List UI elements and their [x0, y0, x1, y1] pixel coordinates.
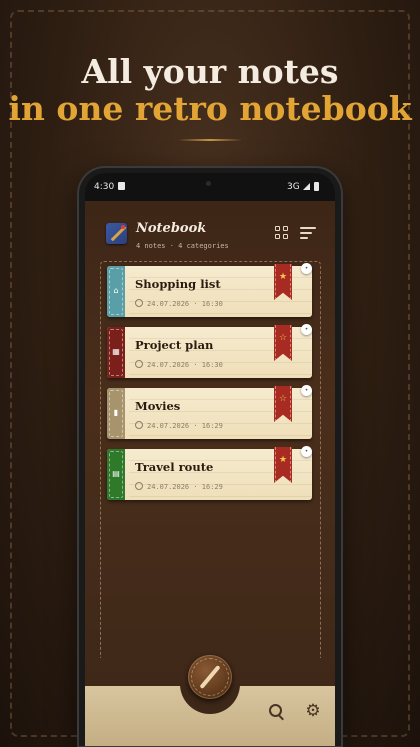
film-icon: ▮: [113, 408, 119, 417]
note-card-movies[interactable]: ▮ Movies 24.07.2026 · 16:29 ☆ •: [107, 385, 312, 439]
clock-icon: [135, 299, 143, 307]
category-tab: ▤: [107, 449, 125, 500]
pin-icon[interactable]: •: [301, 263, 312, 274]
calendar-icon: ▦: [112, 347, 120, 356]
note-card-travel-route[interactable]: ▤ Travel route 24.07.2026 · 16:29 ★ •: [107, 446, 312, 500]
camera-cutout: [206, 181, 211, 186]
settings-icon[interactable]: ⚙: [304, 702, 322, 720]
app-title: Notebook: [136, 221, 207, 236]
status-bar: 4:30 3G: [85, 173, 335, 201]
basket-icon: ⌂: [113, 286, 119, 295]
app-header: Notebook 4 notes · 4 categories: [85, 201, 335, 253]
star-filled-icon: ★: [278, 272, 288, 282]
phone-screen: 4:30 3G Notebook 4 notes · 4 categories: [85, 173, 335, 746]
divider: [178, 139, 242, 141]
new-note-button[interactable]: [188, 655, 232, 699]
clock-icon: [135, 360, 143, 368]
note-title: Movies: [135, 399, 181, 413]
search-icon[interactable]: [269, 704, 284, 721]
notification-icon: [118, 182, 125, 190]
network-label: 3G: [287, 182, 300, 192]
pin-icon[interactable]: •: [301, 446, 312, 457]
app-subtitle: 4 notes · 4 categories: [136, 242, 229, 250]
star-outline-icon: ☆: [278, 394, 288, 404]
pin-icon[interactable]: •: [301, 385, 312, 396]
clock-icon: [135, 421, 143, 429]
notebook-app-icon: [106, 223, 127, 244]
pen-icon: [199, 664, 221, 690]
map-icon: ▤: [112, 469, 120, 478]
note-title: Project plan: [135, 338, 214, 352]
sort-icon[interactable]: [300, 227, 316, 239]
note-title: Travel route: [135, 460, 214, 474]
phone-frame: 4:30 3G Notebook 4 notes · 4 categories: [79, 168, 341, 746]
grid-view-icon[interactable]: [275, 226, 289, 240]
note-card-project-plan[interactable]: ▦ Project plan 24.07.2026 · 16:30 ☆ •: [107, 324, 312, 378]
category-tab: ▮: [107, 388, 125, 439]
promo-headline-line1: All your notes: [81, 52, 339, 91]
note-date: 24.07.2026 · 16:29: [135, 482, 223, 491]
note-title: Shopping list: [135, 277, 221, 291]
note-date: 24.07.2026 · 16:30: [135, 360, 223, 369]
clock-icon: [135, 482, 143, 490]
battery-icon: [314, 182, 319, 191]
note-card-shopping-list[interactable]: ⌂ Shopping list 24.07.2026 · 16:30 ★ •: [107, 263, 312, 317]
category-tab: ⌂: [107, 266, 125, 317]
signal-icon: [303, 183, 310, 190]
note-date: 24.07.2026 · 16:30: [135, 299, 223, 308]
promo-headline-line2: in one retro notebook: [8, 89, 412, 128]
star-outline-icon: ☆: [278, 333, 288, 343]
category-tab: ▦: [107, 327, 125, 378]
note-date: 24.07.2026 · 16:29: [135, 421, 223, 430]
pin-icon[interactable]: •: [301, 324, 312, 335]
star-filled-icon: ★: [278, 455, 288, 465]
status-time: 4:30: [94, 182, 115, 192]
